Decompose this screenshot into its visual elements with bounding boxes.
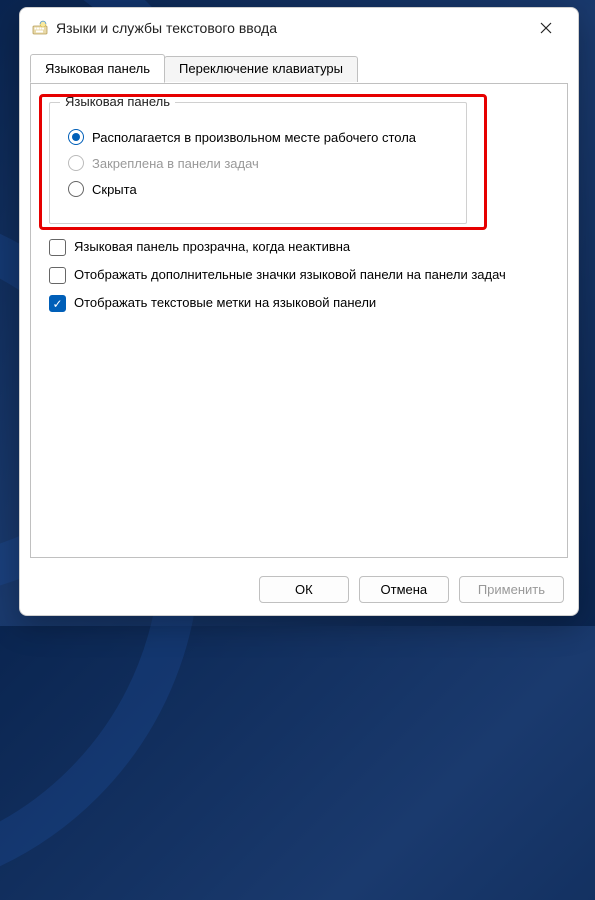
radio-hidden[interactable]: Скрыта [68, 181, 448, 197]
radio-floating[interactable]: Располагается в произвольном месте рабоч… [68, 129, 448, 145]
tab-language-bar[interactable]: Языковая панель [30, 54, 165, 83]
checkbox-text-labels[interactable]: Отображать текстовые метки на языковой п… [49, 294, 549, 312]
checkbox-transparent[interactable]: Языковая панель прозрачна, когда неактив… [49, 238, 549, 256]
app-icon [32, 20, 48, 36]
checkbox-label: Отображать текстовые метки на языковой п… [74, 294, 376, 312]
tabs: Языковая панель Переключение клавиатуры [20, 48, 578, 83]
close-icon [540, 22, 552, 34]
language-bar-group: Языковая панель Располагается в произвол… [49, 102, 467, 224]
checkbox-icon [49, 295, 66, 312]
radio-label: Скрыта [92, 182, 137, 197]
titlebar: Языки и службы текстового ввода [20, 8, 578, 48]
tab-keyboard-switch[interactable]: Переключение клавиатуры [164, 56, 358, 82]
apply-button: Применить [459, 576, 564, 603]
close-button[interactable] [526, 12, 566, 44]
checkbox-label: Отображать дополнительные значки языково… [74, 266, 506, 284]
checkbox-icon [49, 239, 66, 256]
window-title: Языки и службы текстового ввода [56, 20, 526, 36]
cancel-button[interactable]: Отмена [359, 576, 449, 603]
radio-icon [68, 181, 84, 197]
radio-icon [68, 129, 84, 145]
checkbox-label: Языковая панель прозрачна, когда неактив… [74, 238, 350, 256]
radio-icon [68, 155, 84, 171]
radio-label: Располагается в произвольном месте рабоч… [92, 130, 416, 145]
checkbox-extra-icons[interactable]: Отображать дополнительные значки языково… [49, 266, 549, 284]
dialog-footer: ОК Отмена Применить [20, 568, 578, 615]
ok-button[interactable]: ОК [259, 576, 349, 603]
tab-panel: Языковая панель Располагается в произвол… [30, 83, 568, 558]
checkbox-icon [49, 267, 66, 284]
radio-label: Закреплена в панели задач [92, 156, 259, 171]
dialog-window: Языки и службы текстового ввода Языковая… [19, 7, 579, 616]
group-title: Языковая панель [60, 94, 175, 109]
radio-docked: Закреплена в панели задач [68, 155, 448, 171]
